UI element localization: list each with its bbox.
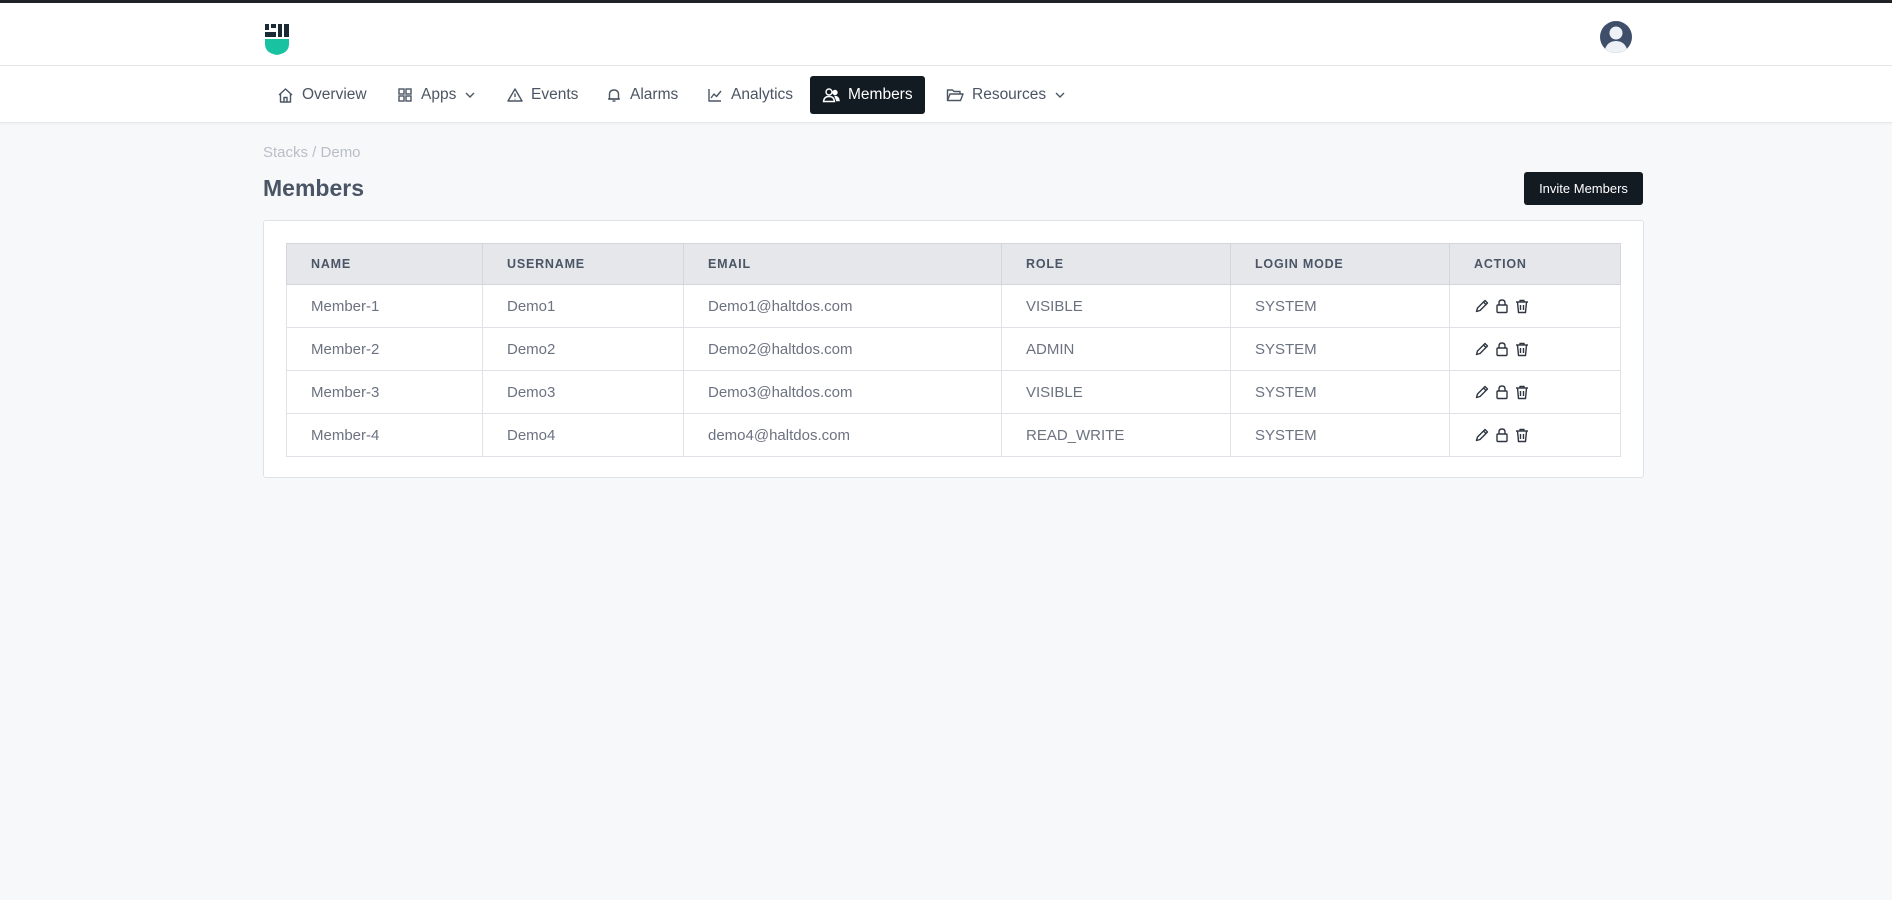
lock-icon[interactable]	[1494, 427, 1510, 443]
column-header-login-mode: LOGIN MODE	[1230, 243, 1450, 285]
table-row: Member-2 Demo2 Demo2@haltdos.com ADMIN S…	[286, 327, 1621, 371]
pencil-icon[interactable]	[1474, 427, 1490, 443]
nav-item-apps[interactable]: Apps	[385, 76, 488, 114]
table-row: Member-3 Demo3 Demo3@haltdos.com VISIBLE…	[286, 370, 1621, 414]
cell-name: Member-4	[286, 413, 483, 457]
pencil-icon[interactable]	[1474, 384, 1490, 400]
cell-username: Demo3	[482, 370, 684, 414]
cell-role: ADMIN	[1001, 327, 1231, 371]
cell-role: READ_WRITE	[1001, 413, 1231, 457]
cell-email: demo4@haltdos.com	[683, 413, 1002, 457]
cell-login-mode: SYSTEM	[1230, 327, 1450, 371]
breadcrumb[interactable]: Stacks / Demo	[263, 144, 361, 161]
members-card: NAME USERNAME EMAIL ROLE LOGIN MODE ACTI…	[263, 220, 1644, 478]
table-header-row: NAME USERNAME EMAIL ROLE LOGIN MODE ACTI…	[286, 243, 1621, 285]
cell-login-mode: SYSTEM	[1230, 284, 1450, 328]
cell-username: Demo1	[482, 284, 684, 328]
cell-username: Demo2	[482, 327, 684, 371]
cell-name: Member-1	[286, 284, 483, 328]
cell-email: Demo2@haltdos.com	[683, 327, 1002, 371]
lock-icon[interactable]	[1494, 298, 1510, 314]
trash-icon[interactable]	[1514, 384, 1530, 400]
nav-label-overview: Overview	[302, 86, 367, 103]
user-avatar-icon[interactable]	[1600, 21, 1632, 53]
cell-email: Demo1@haltdos.com	[683, 284, 1002, 328]
column-header-name: NAME	[286, 243, 483, 285]
main-navigation: Overview Apps Events Alarms Analytics Me…	[0, 66, 1892, 123]
nav-item-events[interactable]: Events	[495, 76, 590, 114]
nav-item-overview[interactable]: Overview	[265, 76, 379, 114]
nav-item-alarms[interactable]: Alarms	[594, 76, 690, 114]
trash-icon[interactable]	[1514, 427, 1530, 443]
chevron-down-icon	[465, 92, 475, 98]
cell-email: Demo3@haltdos.com	[683, 370, 1002, 414]
cell-name: Member-2	[286, 327, 483, 371]
nav-label-alarms: Alarms	[630, 86, 679, 103]
nav-label-events: Events	[531, 86, 579, 103]
cell-actions	[1449, 413, 1621, 457]
pencil-icon[interactable]	[1474, 298, 1490, 314]
cell-role: VISIBLE	[1001, 284, 1231, 328]
column-header-action: ACTION	[1449, 243, 1621, 285]
nav-label-resources: Resources	[972, 86, 1047, 103]
lock-icon[interactable]	[1494, 384, 1510, 400]
cell-role: VISIBLE	[1001, 370, 1231, 414]
trash-icon[interactable]	[1514, 341, 1530, 357]
nav-label-analytics: Analytics	[731, 86, 794, 103]
cell-actions	[1449, 327, 1621, 371]
lock-icon[interactable]	[1494, 341, 1510, 357]
warning-triangle-icon	[507, 88, 523, 102]
grid-icon	[398, 88, 412, 102]
table-row: Member-1 Demo1 Demo1@haltdos.com VISIBLE…	[286, 284, 1621, 328]
line-chart-icon	[708, 89, 722, 102]
trash-icon[interactable]	[1514, 298, 1530, 314]
page-title: Members	[263, 175, 364, 201]
bell-icon	[608, 89, 620, 102]
members-table: NAME USERNAME EMAIL ROLE LOGIN MODE ACTI…	[286, 243, 1621, 457]
column-header-email: EMAIL	[683, 243, 1002, 285]
nav-label-members: Members	[848, 86, 913, 103]
nav-item-members[interactable]: Members	[810, 76, 925, 114]
column-header-username: USERNAME	[482, 243, 684, 285]
chevron-down-icon	[1055, 92, 1065, 98]
folder-open-icon	[946, 89, 964, 102]
cell-actions	[1449, 370, 1621, 414]
fist-shield-logo[interactable]	[263, 22, 291, 56]
nav-item-analytics[interactable]: Analytics	[695, 76, 805, 114]
nav-label-apps: Apps	[421, 86, 457, 103]
home-icon	[278, 87, 293, 103]
cell-login-mode: SYSTEM	[1230, 413, 1450, 457]
pencil-icon[interactable]	[1474, 341, 1490, 357]
cell-name: Member-3	[286, 370, 483, 414]
cell-actions	[1449, 284, 1621, 328]
top-header	[0, 3, 1892, 66]
table-row: Member-4 Demo4 demo4@haltdos.com READ_WR…	[286, 413, 1621, 457]
users-icon	[822, 88, 840, 103]
cell-username: Demo4	[482, 413, 684, 457]
cell-login-mode: SYSTEM	[1230, 370, 1450, 414]
column-header-role: ROLE	[1001, 243, 1231, 285]
nav-item-resources[interactable]: Resources	[934, 76, 1078, 114]
invite-members-button[interactable]: Invite Members	[1524, 172, 1643, 205]
